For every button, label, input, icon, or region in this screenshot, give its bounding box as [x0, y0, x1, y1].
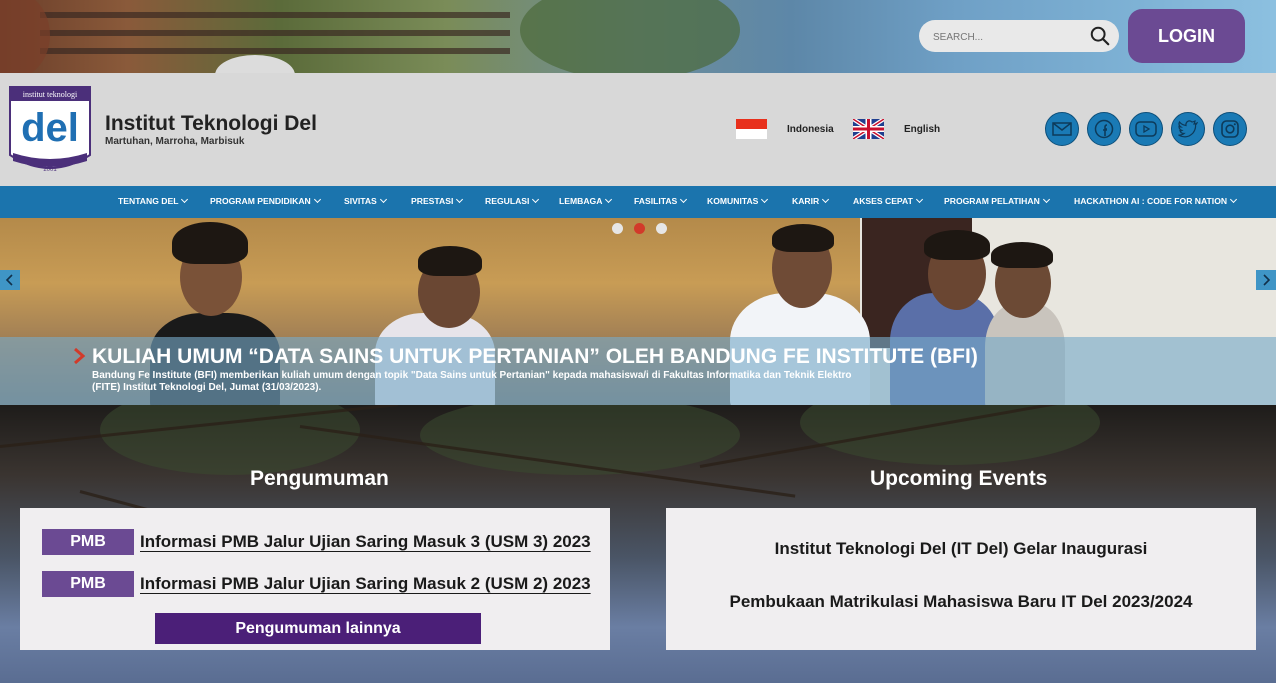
- facebook-icon: [1094, 119, 1114, 139]
- nav-item-sivitas[interactable]: SIVITAS: [344, 196, 386, 206]
- del-logo[interactable]: institut teknologi del 2001: [7, 83, 93, 176]
- announcements-heading: Pengumuman: [250, 467, 389, 490]
- email-link[interactable]: [1045, 112, 1079, 146]
- slider-dot[interactable]: [656, 223, 667, 234]
- hero-slider: KULIAH UMUM “DATA SAINS UNTUK PERTANIAN”…: [0, 218, 1276, 405]
- nav-item-program-pendidikan[interactable]: PROGRAM PENDIDIKAN: [210, 196, 320, 206]
- twitter-icon: [1178, 120, 1198, 138]
- svg-text:del: del: [21, 106, 79, 150]
- category-badge: PMB: [42, 529, 134, 555]
- nav-item-komunitas[interactable]: KOMUNITAS: [707, 196, 767, 206]
- slide-title[interactable]: KULIAH UMUM “DATA SAINS UNTUK PERTANIAN”…: [92, 345, 978, 369]
- language-indonesia[interactable]: Indonesia: [736, 119, 834, 139]
- nav-item-regulasi[interactable]: REGULASI: [485, 196, 538, 206]
- twitter-link[interactable]: [1171, 112, 1205, 146]
- slider-next-button[interactable]: [1256, 270, 1276, 290]
- facebook-link[interactable]: [1087, 112, 1121, 146]
- chevron-right-icon: [74, 347, 86, 365]
- nav-item-prestasi[interactable]: PRESTASI: [411, 196, 462, 206]
- indonesia-flag-icon: [736, 119, 767, 139]
- slider-dots: [612, 223, 678, 234]
- announcements-card: PMB Informasi PMB Jalur Ujian Saring Mas…: [20, 508, 610, 650]
- slider-prev-button[interactable]: [0, 270, 20, 290]
- svg-text:institut teknologi: institut teknologi: [23, 90, 78, 99]
- instagram-link[interactable]: [1213, 112, 1247, 146]
- language-english[interactable]: English: [853, 119, 940, 139]
- nav-item-tentang-del[interactable]: TENTANG DEL: [118, 196, 187, 206]
- site-header: institut teknologi del 2001 Institut Tek…: [0, 73, 1276, 186]
- nav-item-lembaga[interactable]: LEMBAGA: [559, 196, 611, 206]
- event-link[interactable]: Pembukaan Matrikulasi Mahasiswa Baru IT …: [666, 592, 1256, 612]
- event-link[interactable]: Institut Teknologi Del (IT Del) Gelar In…: [666, 539, 1256, 559]
- chevron-left-icon: [5, 274, 13, 286]
- instagram-icon: [1221, 120, 1239, 138]
- language-label: Indonesia: [787, 123, 834, 135]
- announcement-link[interactable]: Informasi PMB Jalur Ujian Saring Masuk 3…: [140, 532, 591, 552]
- email-icon: [1052, 122, 1072, 136]
- slider-dot-active[interactable]: [634, 223, 645, 234]
- search-bar[interactable]: [919, 20, 1119, 52]
- search-input[interactable]: [931, 27, 1085, 47]
- nav-item-akses-cepat[interactable]: AKSES CEPAT: [853, 196, 922, 206]
- uk-flag-icon: [853, 119, 884, 139]
- language-label: English: [904, 123, 941, 135]
- nav-item-karir[interactable]: KARIR: [792, 196, 828, 206]
- youtube-link[interactable]: [1129, 112, 1163, 146]
- nav-item-hackathon-ai[interactable]: HACKATHON AI : CODE FOR NATION: [1074, 196, 1236, 206]
- events-heading: Upcoming Events: [870, 467, 1048, 490]
- site-name: Institut Teknologi Del: [105, 112, 317, 135]
- youtube-icon: [1135, 121, 1157, 137]
- main-navigation: TENTANG DEL PROGRAM PENDIDIKAN SIVITAS P…: [0, 186, 1276, 218]
- events-card: Institut Teknologi Del (IT Del) Gelar In…: [666, 508, 1256, 650]
- announcement-link[interactable]: Informasi PMB Jalur Ujian Saring Masuk 2…: [140, 574, 591, 594]
- slider-dot[interactable]: [612, 223, 623, 234]
- more-announcements-button[interactable]: Pengumuman lainnya: [155, 613, 481, 644]
- login-button[interactable]: LOGIN: [1128, 9, 1245, 63]
- svg-text:2001: 2001: [43, 167, 57, 173]
- nav-item-fasilitas[interactable]: FASILITAS: [634, 196, 686, 206]
- slide-caption[interactable]: KULIAH UMUM “DATA SAINS UNTUK PERTANIAN”…: [0, 337, 1276, 405]
- nav-item-program-pelatihan[interactable]: PROGRAM PELATIHAN: [944, 196, 1049, 206]
- slide-description: Bandung Fe Institute (BFI) memberikan ku…: [92, 370, 852, 393]
- category-badge: PMB: [42, 571, 134, 597]
- search-icon[interactable]: [1089, 25, 1111, 47]
- site-tagline: Martuhan, Marroha, Marbisuk: [105, 136, 245, 147]
- chevron-right-icon: [1263, 274, 1271, 286]
- content-section: Pengumuman PMB Informasi PMB Jalur Ujian…: [0, 405, 1276, 683]
